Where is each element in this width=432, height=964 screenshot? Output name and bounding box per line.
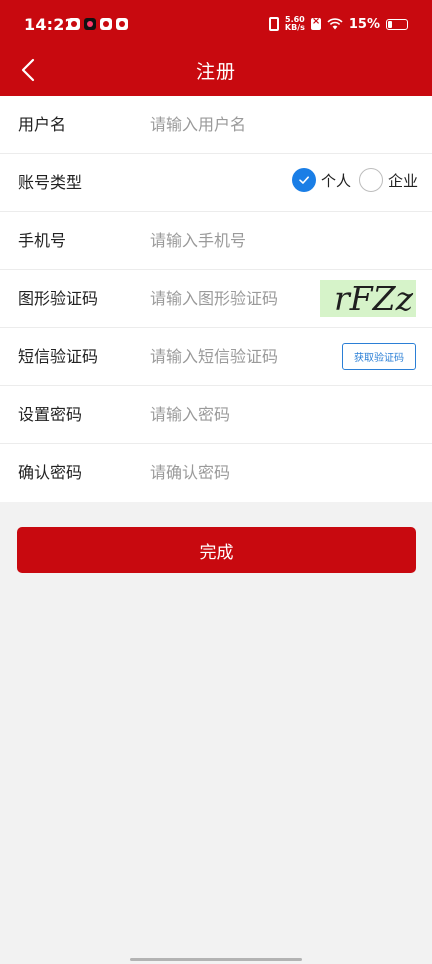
notification-app-icon [68,18,80,30]
confirm-password-input[interactable] [150,458,410,486]
password-input[interactable] [150,400,410,428]
username-row: 用户名 [0,96,432,154]
account-type-enterprise-label: 企业 [387,171,418,190]
notification-app-icon [116,18,128,30]
network-speed-unit: KB/s [284,23,305,32]
notification-app-icon [100,18,112,30]
sms-code-label: 短信验证码 [18,347,99,366]
captcha-text: rFZz [334,280,414,317]
phone-input[interactable] [150,226,310,254]
username-label: 用户名 [18,115,67,134]
vibrate-icon [268,17,279,31]
captcha-image[interactable]: rFZz [320,279,416,318]
captcha-row: 图形验证码 rFZz [0,270,432,328]
status-indicators: 5.60 KB/s 15% [268,16,408,32]
registration-form: 用户名 账号类型 个人 企业 手机号 图形验证码 [0,96,432,502]
account-type-row: 账号类型 个人 企业 [0,154,432,212]
get-sms-code-button[interactable]: 获取验证码 [342,343,416,370]
wifi-icon [327,18,343,30]
account-type-radio-group: 个人 企业 [291,168,418,192]
no-sim-icon [310,16,321,30]
app-header: 14:22 5.60 KB/s 15% 注册 [0,0,432,96]
sms-code-row: 短信验证码 获取验证码 [0,328,432,386]
captcha-image-svg: rFZz [334,279,414,318]
confirm-password-row: 确认密码 [0,444,432,502]
page-title: 注册 [195,61,236,83]
password-row: 设置密码 [0,386,432,444]
account-type-personal-label: 个人 [320,171,351,190]
network-speed: 5.60 KB/s [285,16,305,32]
submit-button[interactable]: 完成 [17,527,416,573]
account-type-enterprise-option[interactable]: 企业 [358,168,418,192]
username-input[interactable] [150,110,310,138]
confirm-password-label: 确认密码 [18,463,83,482]
phone-row: 手机号 [0,212,432,270]
radio-checked-icon [291,168,316,192]
account-type-personal-option[interactable]: 个人 [291,168,351,192]
account-type-label: 账号类型 [18,173,83,192]
checkmark-icon [299,176,309,184]
status-bar: 14:22 5.60 KB/s 15% [0,0,432,50]
password-label: 设置密码 [18,405,83,424]
battery-icon [386,18,408,30]
status-app-icons [68,18,128,30]
battery-percent: 15% [348,16,380,32]
captcha-input[interactable] [150,284,310,312]
phone-label: 手机号 [18,231,67,250]
sms-code-input[interactable] [150,342,310,370]
tiktok-icon [84,18,96,30]
home-indicator[interactable] [130,958,302,961]
captcha-label: 图形验证码 [18,289,99,308]
radio-unchecked-icon [358,168,383,192]
